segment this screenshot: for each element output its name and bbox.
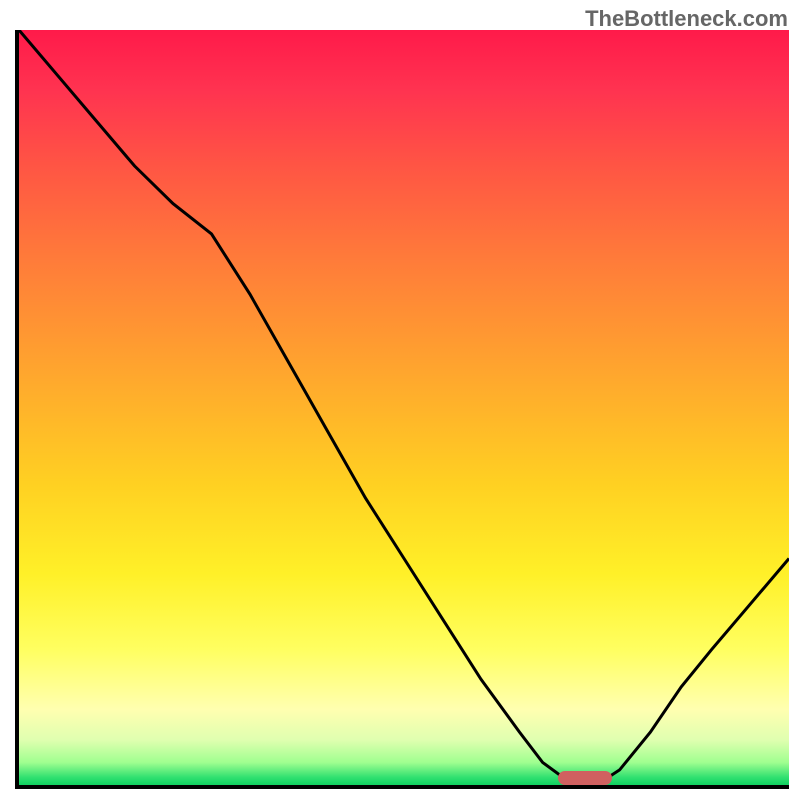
- chart-container: TheBottleneck.com: [0, 0, 800, 800]
- bottleneck-curve: [19, 30, 789, 785]
- optimal-marker: [558, 771, 612, 785]
- curve-svg: [19, 30, 789, 785]
- plot-area: [15, 30, 789, 789]
- watermark-text: TheBottleneck.com: [585, 6, 788, 32]
